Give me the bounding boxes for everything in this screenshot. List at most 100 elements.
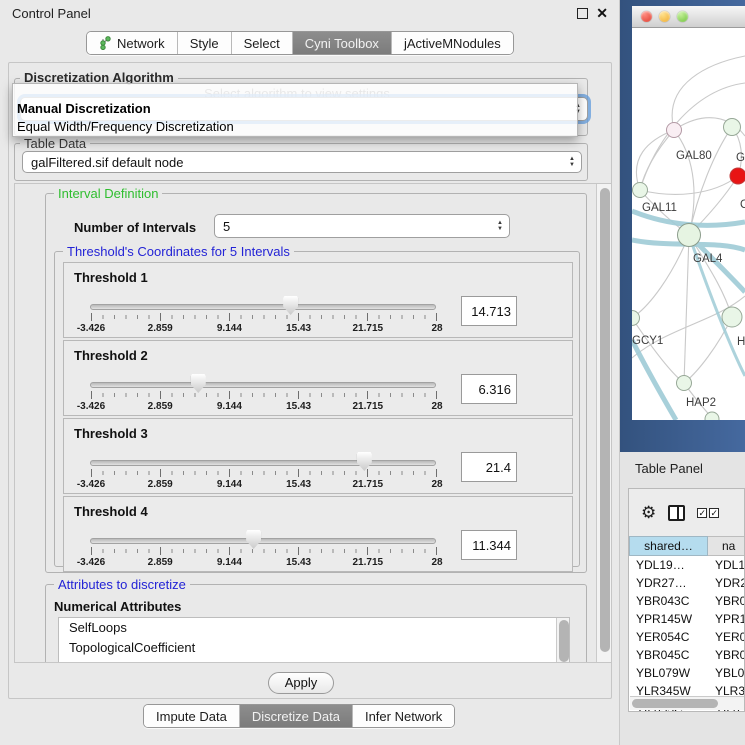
threshold-3-value-field[interactable]: 21.4 [461,452,517,482]
threshold-1-value-field[interactable]: 14.713 [461,296,517,326]
tick-labels: -3.426 2.859 9.144 15.43 21.715 28 [91,401,437,413]
interval-definition-groupbox: Interval Definition Number of Intervals … [45,193,587,573]
tab-network[interactable]: Network [87,32,177,54]
table-row[interactable]: YBR043C YBR0 [629,592,745,610]
close-icon[interactable]: ✕ [596,8,608,19]
tick-marks [91,393,437,397]
settings-scrollbar[interactable] [596,184,611,662]
node-gal11[interactable] [633,183,648,198]
list-scrollbar[interactable] [556,618,569,663]
algorithm-dropdown-popup: Manual Discretization Equal Width/Freque… [12,83,578,137]
list-item[interactable]: TopologicalCoefficient [59,638,569,658]
table-row[interactable]: YPR145W YPR1 [629,610,745,628]
tab-jactivemnodules[interactable]: jActiveMNodules [391,32,513,54]
threshold-1-slider-track[interactable] [90,304,436,310]
node-gal4[interactable] [678,224,701,247]
threshold-4-value-field[interactable]: 11.344 [461,530,517,560]
tick-marks [91,549,437,553]
node-label: HAP2 [686,397,716,409]
table-row[interactable]: YBR045C YBR0 [629,646,745,664]
threshold-2-slider-track[interactable] [90,382,436,388]
node-label: H [737,336,745,348]
attributes-groupbox: Attributes to discretize Numerical Attri… [45,584,587,663]
tick-marks [91,315,437,319]
threshold-1-panel: Threshold 1 -3.426 2.859 9.144 15.43 21.… [63,262,573,338]
list-scrollbar-thumb[interactable] [559,620,569,662]
maximize-traffic-light-icon[interactable] [677,11,688,22]
tick-labels: -3.426 2.859 9.144 15.43 21.715 28 [91,323,437,335]
threshold-3-slider-handle[interactable] [357,452,372,471]
table-panel-title: Table Panel [635,461,703,476]
tab-select[interactable]: Select [231,32,292,54]
attributes-group-title: Attributes to discretize [54,577,190,592]
node-label: G [736,152,745,164]
threshold-2-slider-handle[interactable] [191,374,206,393]
list-item[interactable]: BetweennessCentrality [59,658,569,663]
node-label: C [740,199,745,211]
threshold-4-slider-handle[interactable] [246,530,261,549]
table-row[interactable]: YDL19… YDL1 [629,556,745,574]
network-window-titlebar[interactable] [632,6,745,28]
tab-discretize-data[interactable]: Discretize Data [239,705,352,727]
threshold-1-label: Threshold 1 [74,270,148,285]
popup-item-equal-width-frequency[interactable]: Equal Width/Frequency Discretization [13,118,577,136]
node-top-right[interactable] [724,119,741,136]
table-row[interactable]: YDR27… YDR2 [629,574,745,592]
table-panel-toolbar: ⚙ ✓ ✓ [629,489,745,536]
control-panel-window: Control Panel ✕ Network [0,0,620,745]
popup-item-manual-discretization[interactable]: Manual Discretization [13,100,577,118]
tick-marks [91,471,437,475]
checkbox-checked-icon[interactable]: ✓ [709,508,719,518]
table-row[interactable]: YER054C YER0 [629,628,745,646]
tab-cyni-toolbox[interactable]: Cyni Toolbox [292,32,391,54]
table-hscrollbar-thumb[interactable] [632,699,718,708]
tick-labels: -3.426 2.859 9.144 15.43 21.715 28 [91,557,437,569]
table-panel: ⚙ ✓ ✓ shared… na YDL19… YDL1 YDR27… [628,488,745,712]
threshold-2-value-field[interactable]: 6.316 [461,374,517,404]
node-highlighted-red[interactable] [730,168,745,184]
column-header-shared-name[interactable]: shared… [629,536,708,556]
tab-infer-network[interactable]: Infer Network [352,705,454,727]
control-panel-title: Control Panel [12,6,91,21]
node-bottom-partial[interactable] [705,412,719,420]
numerical-attributes-label: Numerical Attributes [54,599,181,614]
tab-impute-data[interactable]: Impute Data [144,705,239,727]
node-right-mid[interactable] [722,307,742,327]
table-data-combobox[interactable]: galFiltered.sif default node ▲▼ [22,151,582,173]
network-view-canvas[interactable]: GAL80 G C GAL11 GAL4 GCY1 H HAP2 [632,28,745,420]
close-traffic-light-icon[interactable] [641,11,652,22]
column-layout-icon[interactable] [668,505,685,521]
node-label: GCY1 [632,335,663,347]
threshold-4-label: Threshold 4 [74,504,148,519]
number-of-intervals-value: 5 [223,219,230,234]
minimize-traffic-light-icon[interactable] [659,11,670,22]
column-header-name[interactable]: na [708,536,745,556]
tab-style[interactable]: Style [177,32,231,54]
tab-network-label: Network [117,36,165,51]
settings-scroll-area: Interval Definition Number of Intervals … [14,183,612,663]
table-header-row: shared… na [629,536,745,556]
interval-definition-title: Interval Definition [54,186,162,201]
threshold-4-panel: Threshold 4 -3.426 2.859 9.144 15.43 21.… [63,496,573,572]
settings-scrollbar-thumb[interactable] [600,188,610,652]
threshold-1-slider-handle[interactable] [283,296,298,315]
checkbox-checked-icon[interactable]: ✓ [697,508,707,518]
threshold-2-panel: Threshold 2 -3.426 2.859 9.144 15.43 21.… [63,340,573,416]
apply-button[interactable]: Apply [268,672,334,694]
bottom-tabbar: Impute Data Discretize Data Infer Networ… [143,704,455,728]
node-hap2[interactable] [677,376,692,391]
threshold-3-slider-track[interactable] [90,460,436,466]
gear-icon[interactable]: ⚙ [641,503,656,523]
list-item[interactable]: SelfLoops [59,618,569,638]
table-horizontal-scrollbar[interactable] [630,696,745,710]
float-window-icon[interactable] [577,8,588,19]
top-tabbar: Network Style Select Cyni Toolbox jActiv… [86,31,514,55]
thresholds-group-title: Threshold's Coordinates for 5 Intervals [63,244,294,259]
threshold-4-slider-track[interactable] [90,538,436,544]
combo-arrows-icon: ▲▼ [563,157,581,168]
table-data-group-title: Table Data [20,136,90,151]
node-gal80[interactable] [667,123,682,138]
threshold-3-label: Threshold 3 [74,426,148,441]
number-of-intervals-combobox[interactable]: 5 ▲▼ [214,214,510,238]
table-row[interactable]: YBL079W YBL0 [629,664,745,682]
